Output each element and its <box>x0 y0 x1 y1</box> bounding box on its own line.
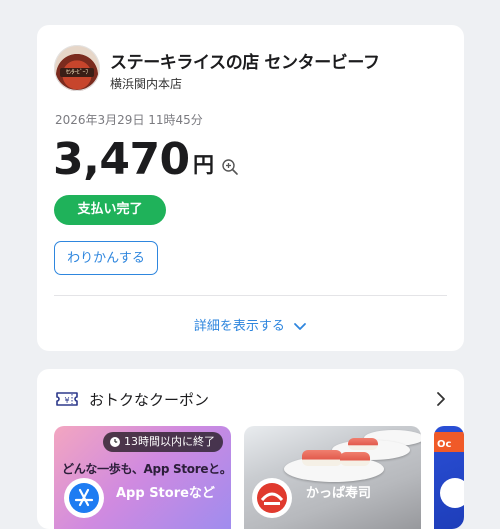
tile-brand-label: かっぱ寿司 <box>306 486 372 501</box>
currency-unit: 円 <box>193 153 214 177</box>
show-details-label: 詳細を表示する <box>193 319 285 334</box>
show-details-link[interactable]: 詳細を表示する <box>37 315 464 334</box>
chevron-down-icon <box>294 322 306 330</box>
coupon-ticket-icon: ¥ <box>56 392 78 406</box>
third-tile-tag: Oc <box>434 432 464 452</box>
app-store-icon <box>64 478 104 518</box>
payment-amount: 3,470 <box>53 134 190 185</box>
kappa-sushi-icon <box>252 478 292 518</box>
sushi-image <box>348 438 378 450</box>
store-branch: 横浜関内本店 <box>110 77 183 91</box>
timer-label: 13時間以内に終了 <box>124 435 215 448</box>
zoom-in-icon[interactable] <box>221 158 239 176</box>
brand-logo-icon <box>440 478 464 508</box>
payment-status-badge: 支払い完了 <box>54 195 166 225</box>
coupon-tile-partial[interactable]: Oc <box>434 426 464 529</box>
coupons-title: おトクなクーポン <box>89 391 210 409</box>
split-bill-button[interactable]: わりかんする <box>54 241 158 275</box>
sushi-image <box>340 452 370 466</box>
third-tile-tag-label: Oc <box>437 439 452 450</box>
coupons-card: ¥ おトクなクーポン 13時間以内に終了 どんな一歩も、App Storeと。 … <box>37 369 464 529</box>
tile-headline: どんな一歩も、App Storeと。 <box>62 462 231 476</box>
coupon-tile-kappa-sushi[interactable]: かっぱ寿司 <box>244 426 421 529</box>
divider <box>54 295 447 296</box>
payment-receipt-card: ｾﾝﾀｰﾋﾞｰﾌ ステーキライスの店 センタービーフ 横浜関内本店 2026年3… <box>37 25 464 351</box>
svg-text:¥: ¥ <box>64 396 69 405</box>
coupon-tile-app-store[interactable]: 13時間以内に終了 どんな一歩も、App Storeと。 App Storeなど <box>54 426 231 529</box>
store-logo-text: ｾﾝﾀｰﾋﾞｰﾌ <box>66 69 88 76</box>
store-name: ステーキライスの店 センタービーフ <box>110 53 380 73</box>
store-logo: ｾﾝﾀｰﾋﾞｰﾌ <box>54 45 100 91</box>
payment-timestamp: 2026年3月29日 11時45分 <box>55 113 203 127</box>
timer-badge: 13時間以内に終了 <box>103 432 223 452</box>
chevron-right-icon[interactable] <box>436 391 446 407</box>
clock-icon <box>110 437 120 447</box>
sushi-image <box>302 450 342 466</box>
tile-brand-label: App Storeなど <box>116 486 215 501</box>
